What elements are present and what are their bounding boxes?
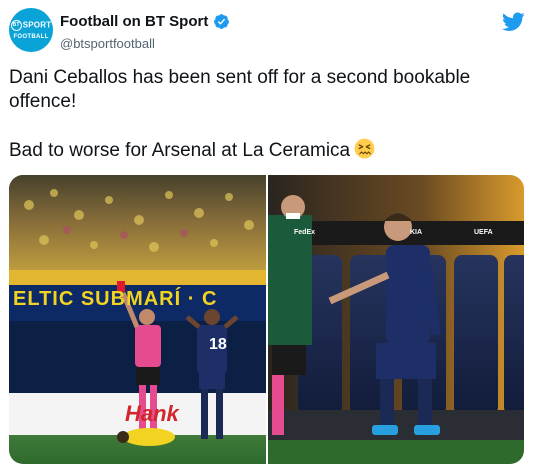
sponsor-label-1: FedEx [294,229,316,236]
avatar-bt-mark: BT [10,20,22,31]
avatar[interactable]: BT SPORT FOOTBALL [9,8,53,52]
verified-badge-icon [214,14,230,29]
tweet-text: Dani Ceballos has been sent off for a se… [9,66,524,163]
avatar-top-text: BT SPORT [10,20,52,31]
sponsor-label-2: KIA [410,229,423,236]
media-gallery: ELTIC SUBMARÍ · C Hank 18 FedEx KIA UEFA [9,175,524,464]
user-handle[interactable]: @btsportfootball [60,36,155,51]
author-row: Football on BT Sport [60,13,230,30]
ad-board-text: Hank [125,401,179,426]
tweet-text-line1: Dani Ceballos has been sent off for a se… [9,67,476,112]
tweet-card: BT SPORT FOOTBALL Football on BT Sport @b… [0,0,538,473]
shirt-number: 18 [209,336,227,353]
confounded-face-emoji-icon [354,138,375,159]
display-name[interactable]: Football on BT Sport [60,13,208,30]
tweet-text-line2: Bad to worse for Arsenal at La Ceramica [9,140,351,161]
avatar-football-label: FOOTBALL [13,34,49,40]
stadium-board-text: ELTIC SUBMARÍ · C [13,288,218,310]
photo-player-walking-off[interactable]: FedEx KIA UEFA [268,175,524,464]
sponsor-label-3: UEFA [474,229,493,236]
photo-right-scene [268,175,524,464]
twitter-bird-icon[interactable] [502,12,525,32]
photo-referee-red-card[interactable]: ELTIC SUBMARÍ · C Hank 18 [9,175,266,464]
avatar-sport-label: SPORT [22,20,52,30]
